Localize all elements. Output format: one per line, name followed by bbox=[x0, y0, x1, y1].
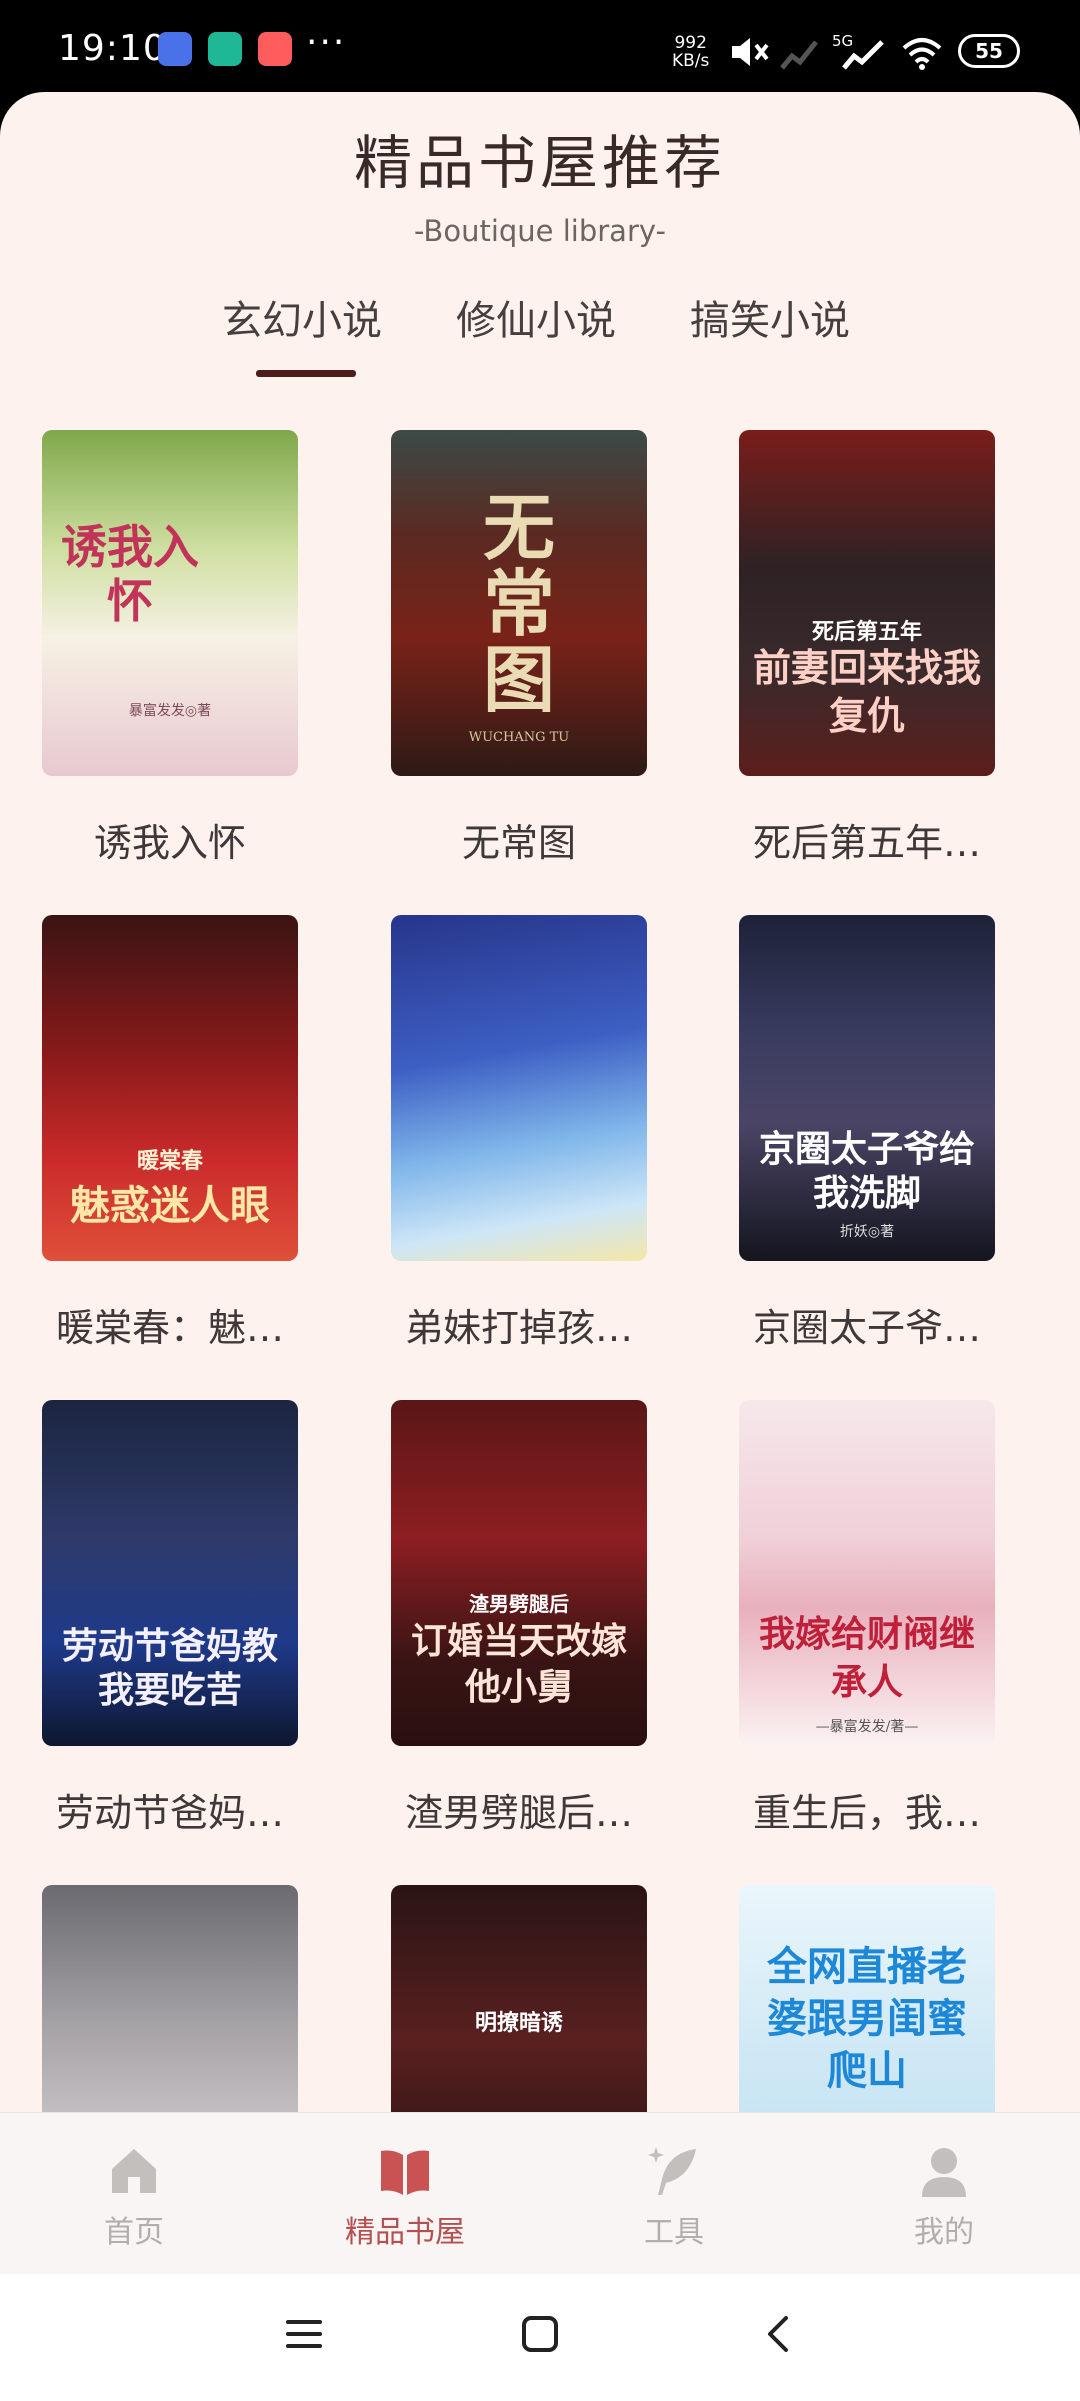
chat-notification-icon bbox=[208, 32, 242, 66]
book-cover[interactable]: 诱我入怀 暴富发发◎著 bbox=[42, 430, 298, 776]
book-cover[interactable]: 劳动节爸妈教我要吃苦 bbox=[42, 1400, 298, 1746]
cover-title: 诱我入怀 bbox=[61, 520, 199, 628]
book-cover[interactable]: 我嫁给财阀继承人 —暴富发发/著— bbox=[739, 1400, 995, 1746]
book-title: 死后第五年… bbox=[752, 821, 981, 865]
tab-xuanhuan[interactable]: 玄幻小说 bbox=[222, 288, 382, 346]
mute-icon bbox=[732, 38, 769, 66]
book-title: 重生后，我… bbox=[752, 1791, 981, 1835]
book-title: 无常图 bbox=[461, 821, 576, 865]
book-cover[interactable]: 死后第五年 前妻回来找我复仇 bbox=[739, 430, 995, 776]
book-cover[interactable]: 京圈太子爷给我洗脚 折妖◎著 bbox=[739, 915, 995, 1261]
book-title: 诱我入怀 bbox=[93, 821, 246, 865]
app-notification-icon bbox=[158, 32, 192, 66]
nav-mine-label: 我的 bbox=[914, 2215, 974, 2250]
page-title: 精品书屋推荐 bbox=[353, 129, 726, 197]
nav-tools-label: 工具 bbox=[644, 2215, 704, 2250]
book-cover[interactable] bbox=[391, 915, 647, 1261]
book-cover[interactable]: 全网直播老婆跟男闺蜜爬山 bbox=[739, 1885, 995, 2112]
cover-author: WUCHANG TU bbox=[468, 730, 570, 745]
nav-boutique-library[interactable]: 精品书屋 bbox=[325, 2143, 485, 2251]
net-speed: 992 KB/s bbox=[672, 34, 709, 70]
back-icon[interactable] bbox=[758, 2314, 798, 2354]
book-title: 京圈太子爷… bbox=[752, 1306, 981, 1350]
tab-gaoxiao[interactable]: 搞笑小说 bbox=[690, 288, 850, 346]
page-subtitle: -Boutique library- bbox=[414, 214, 666, 248]
bottom-navigation: 首页 精品书屋 工具 我的 bbox=[0, 2112, 1080, 2275]
book-cover[interactable]: 暖棠春 魅惑迷人眼 bbox=[42, 915, 298, 1261]
cover-title: 劳动节爸妈教我要吃苦 bbox=[61, 1625, 278, 1711]
book-icon bbox=[377, 2143, 433, 2199]
main-content: 精品书屋推荐 -Boutique library- 玄幻小说 修仙小说 搞笑小说… bbox=[0, 92, 1080, 2112]
book-cover[interactable]: 渣男劈腿后 订婚当天改嫁他小舅 bbox=[391, 1400, 647, 1746]
nav-home-label: 首页 bbox=[104, 2215, 164, 2250]
book-title: 弟妹打掉孩… bbox=[404, 1306, 633, 1350]
menu-icon[interactable] bbox=[284, 2314, 324, 2354]
feather-icon bbox=[646, 2143, 702, 2199]
cover-author: 渣男劈腿后 bbox=[469, 1592, 569, 1616]
cover-title: 前妻回来找我复仇 bbox=[753, 645, 982, 738]
book-title: 渣男劈腿后… bbox=[404, 1791, 633, 1835]
active-tab-indicator bbox=[256, 370, 356, 377]
book-cover[interactable]: 明撩暗诱 bbox=[391, 1885, 647, 2112]
nav-mine[interactable]: 我的 bbox=[864, 2143, 1024, 2251]
tab-xiuxian[interactable]: 修仙小说 bbox=[456, 288, 616, 346]
book-title: 暖棠春：魅… bbox=[55, 1306, 284, 1350]
more-notifications-icon: ··· bbox=[306, 22, 347, 63]
cover-author: 暴富发发◎著 bbox=[128, 703, 212, 719]
user-icon bbox=[916, 2143, 972, 2199]
cover-title: 京圈太子爷给我洗脚 bbox=[758, 1128, 975, 1214]
home-button-icon[interactable] bbox=[520, 2314, 560, 2354]
status-bar: 19:10 ··· 992 KB/s 5G 55 bbox=[0, 0, 1080, 100]
battery-indicator: 55 bbox=[958, 34, 1020, 68]
nav-boutique-library-label: 精品书屋 bbox=[345, 2215, 465, 2250]
cover-author: —暴富发发/著— bbox=[815, 1719, 919, 1735]
game-notification-icon bbox=[258, 32, 292, 66]
signal-icon-2 bbox=[842, 40, 884, 70]
cover-author: 死后第五年 bbox=[811, 619, 922, 645]
book-cover[interactable] bbox=[42, 1885, 298, 2112]
book-title: 劳动节爸妈… bbox=[55, 1791, 284, 1835]
net-speed-unit: KB/s bbox=[672, 51, 710, 71]
cover-title: 魅惑迷人眼 bbox=[70, 1182, 270, 1229]
nav-home[interactable]: 首页 bbox=[54, 2143, 214, 2251]
cover-title: 无常图 bbox=[482, 485, 555, 722]
signal-icon-1 bbox=[780, 40, 818, 70]
nav-tools[interactable]: 工具 bbox=[594, 2143, 754, 2251]
status-time: 19:10 bbox=[58, 28, 167, 69]
cover-title: 订婚当天改嫁他小舅 bbox=[410, 1620, 627, 1708]
home-icon bbox=[106, 2143, 162, 2199]
cover-author: 折妖◎著 bbox=[839, 1224, 895, 1240]
net-speed-value: 992 bbox=[674, 33, 707, 53]
system-navigation-bar bbox=[0, 2274, 1080, 2401]
battery-level: 55 bbox=[975, 39, 1003, 63]
cover-author: 暖棠春 bbox=[136, 1148, 203, 1174]
cover-title: 全网直播老婆跟男闺蜜爬山 bbox=[767, 1943, 967, 2094]
wifi-icon bbox=[902, 38, 942, 70]
cover-title: 明撩暗诱 bbox=[474, 2010, 563, 2036]
book-cover[interactable]: 无常图 WUCHANG TU bbox=[391, 430, 647, 776]
cover-title: 我嫁给财阀继承人 bbox=[758, 1613, 975, 1703]
